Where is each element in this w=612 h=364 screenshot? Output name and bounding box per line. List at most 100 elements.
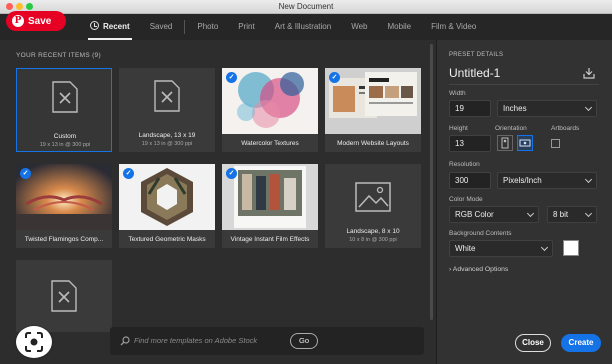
orientation-label: Orientation: [495, 125, 527, 132]
zoom-window-icon[interactable]: [26, 3, 33, 10]
lens-icon: [25, 332, 43, 352]
go-button[interactable]: Go: [290, 333, 318, 349]
tab-photo[interactable]: Photo: [187, 14, 228, 40]
recent-items-header: YOUR RECENT ITEMS (9): [16, 52, 101, 59]
color-mode-value: RGB Color: [455, 210, 494, 219]
image-placeholder-icon: [355, 182, 391, 212]
adobe-stock-search-bar: Find more templates on Adobe Stock Go: [110, 327, 424, 355]
tab-recent-label: Recent: [103, 22, 130, 31]
background-color-swatch[interactable]: [563, 240, 579, 256]
create-button[interactable]: Create: [561, 334, 601, 352]
resolution-unit-value: Pixels/Inch: [503, 176, 542, 185]
pinterest-icon: P: [12, 15, 24, 27]
color-mode-label: Color Mode: [449, 196, 483, 203]
chevron-down-icon: [540, 243, 549, 252]
tab-art-illustration[interactable]: Art & Illustration: [265, 14, 341, 40]
save-preset-icon[interactable]: [583, 68, 595, 79]
background-contents-label: Background Contents: [449, 230, 512, 237]
document-icon: [51, 280, 77, 312]
tab-recent[interactable]: Recent: [80, 14, 140, 40]
resolution-input[interactable]: 300: [449, 172, 491, 189]
template-card-modern-website[interactable]: ✓ Modern Website Layouts: [325, 68, 421, 152]
chevron-right-icon: ›: [449, 266, 452, 273]
document-icon: [52, 81, 78, 113]
preset-details-panel: PRESET DETAILS Untitled-1 Width 19 Inche…: [436, 40, 612, 364]
window-titlebar: New Document: [0, 0, 612, 14]
card-name: Modern Website Layouts: [337, 140, 409, 147]
clock-icon: [90, 21, 99, 30]
portrait-orientation-button[interactable]: [497, 135, 513, 151]
card-name: Twisted Flamingos Comp...: [24, 236, 104, 243]
search-input[interactable]: Find more templates on Adobe Stock: [134, 336, 257, 345]
advanced-options-label: Advanced Options: [452, 266, 509, 273]
chevron-down-icon: [584, 103, 593, 112]
template-card-instant-film[interactable]: ✓ Vintage Instant Film Effects: [222, 164, 318, 248]
recent-items-panel: YOUR RECENT ITEMS (9) Custom 19 x 13 in …: [0, 40, 436, 364]
window-controls: [6, 3, 33, 10]
template-card-watercolor-textures[interactable]: ✓ Watercolor Textures: [222, 68, 318, 152]
checkmark-icon: ✓: [226, 72, 237, 83]
resolution-label: Resolution: [449, 161, 480, 168]
checkmark-icon: ✓: [226, 168, 237, 179]
preset-card-custom[interactable]: Custom 19 x 13 in @ 300 ppi: [16, 68, 112, 152]
preset-card-landscape-13x19[interactable]: Landscape, 13 x 19 19 x 13 in @ 300 ppi: [119, 68, 215, 152]
card-dimensions: 10 x 8 in @ 300 ppi: [349, 237, 397, 243]
template-card-geometric-masks[interactable]: ✓ Textured Geometric Masks: [119, 164, 215, 248]
card-name: Textured Geometric Masks: [128, 236, 206, 243]
unit-select-value: Inches: [503, 104, 527, 113]
template-card-twisted-flamingos[interactable]: ✓ Twisted Flamingos Comp...: [16, 164, 112, 248]
advanced-options-toggle[interactable]: › Advanced Options: [449, 266, 508, 273]
bit-depth-select[interactable]: 8 bit: [547, 206, 597, 223]
artboards-label: Artboards: [551, 125, 580, 132]
card-name: Vintage Instant Film Effects: [230, 236, 310, 243]
checkmark-icon: ✓: [20, 168, 31, 179]
tab-print[interactable]: Print: [228, 14, 264, 40]
card-name: Landscape, 8 x 10: [346, 228, 400, 235]
visual-search-button[interactable]: [16, 326, 52, 358]
search-icon: [120, 336, 130, 346]
category-tabbar: Recent Saved Photo Print Art & Illustrat…: [0, 14, 612, 40]
landscape-icon: [519, 139, 531, 147]
chevron-down-icon: [584, 209, 593, 218]
checkmark-icon: ✓: [329, 72, 340, 83]
document-icon: [154, 80, 180, 112]
scrollbar[interactable]: [430, 44, 433, 320]
document-name-field[interactable]: Untitled-1: [449, 66, 500, 80]
tab-saved[interactable]: Saved: [140, 14, 183, 40]
background-contents-value: White: [455, 244, 476, 253]
preset-details-label: PRESET DETAILS: [449, 52, 504, 58]
close-window-icon[interactable]: [6, 3, 13, 10]
unit-select[interactable]: Inches: [497, 100, 597, 117]
width-input[interactable]: 19: [449, 100, 491, 117]
color-mode-select[interactable]: RGB Color: [449, 206, 539, 223]
checkmark-icon: ✓: [123, 168, 134, 179]
card-dimensions: 19 x 13 in @ 300 ppi: [141, 141, 193, 147]
preset-card-landscape-8x10[interactable]: Landscape, 8 x 10 10 x 8 in @ 300 ppi: [325, 164, 421, 248]
tab-web[interactable]: Web: [341, 14, 377, 40]
tab-divider: [184, 20, 186, 34]
minimize-window-icon[interactable]: [16, 3, 23, 10]
height-input[interactable]: 13: [449, 135, 491, 152]
card-name: Custom: [53, 133, 77, 140]
height-label: Height: [449, 125, 468, 132]
window-title: New Document: [278, 2, 334, 11]
tab-mobile[interactable]: Mobile: [378, 14, 422, 40]
bit-depth-value: 8 bit: [553, 210, 569, 219]
card-name: Landscape, 13 x 19: [138, 132, 196, 139]
width-label: Width: [449, 90, 466, 97]
resolution-unit-select[interactable]: Pixels/Inch: [497, 172, 597, 189]
background-contents-select[interactable]: White: [449, 240, 553, 257]
preset-card-partial[interactable]: [16, 260, 112, 332]
chevron-down-icon: [526, 209, 535, 218]
chevron-down-icon: [584, 175, 593, 184]
landscape-orientation-button[interactable]: [517, 135, 533, 151]
save-label: Save: [28, 15, 52, 27]
artboards-checkbox[interactable]: [551, 139, 560, 148]
divider: [449, 84, 599, 85]
portrait-icon: [501, 137, 509, 149]
pinterest-save-button[interactable]: P Save: [6, 11, 66, 31]
close-button[interactable]: Close: [515, 334, 551, 352]
card-name: Watercolor Textures: [241, 140, 299, 147]
card-dimensions: 19 x 13 in @ 300 ppi: [39, 142, 91, 148]
tab-film-video[interactable]: Film & Video: [421, 14, 486, 40]
